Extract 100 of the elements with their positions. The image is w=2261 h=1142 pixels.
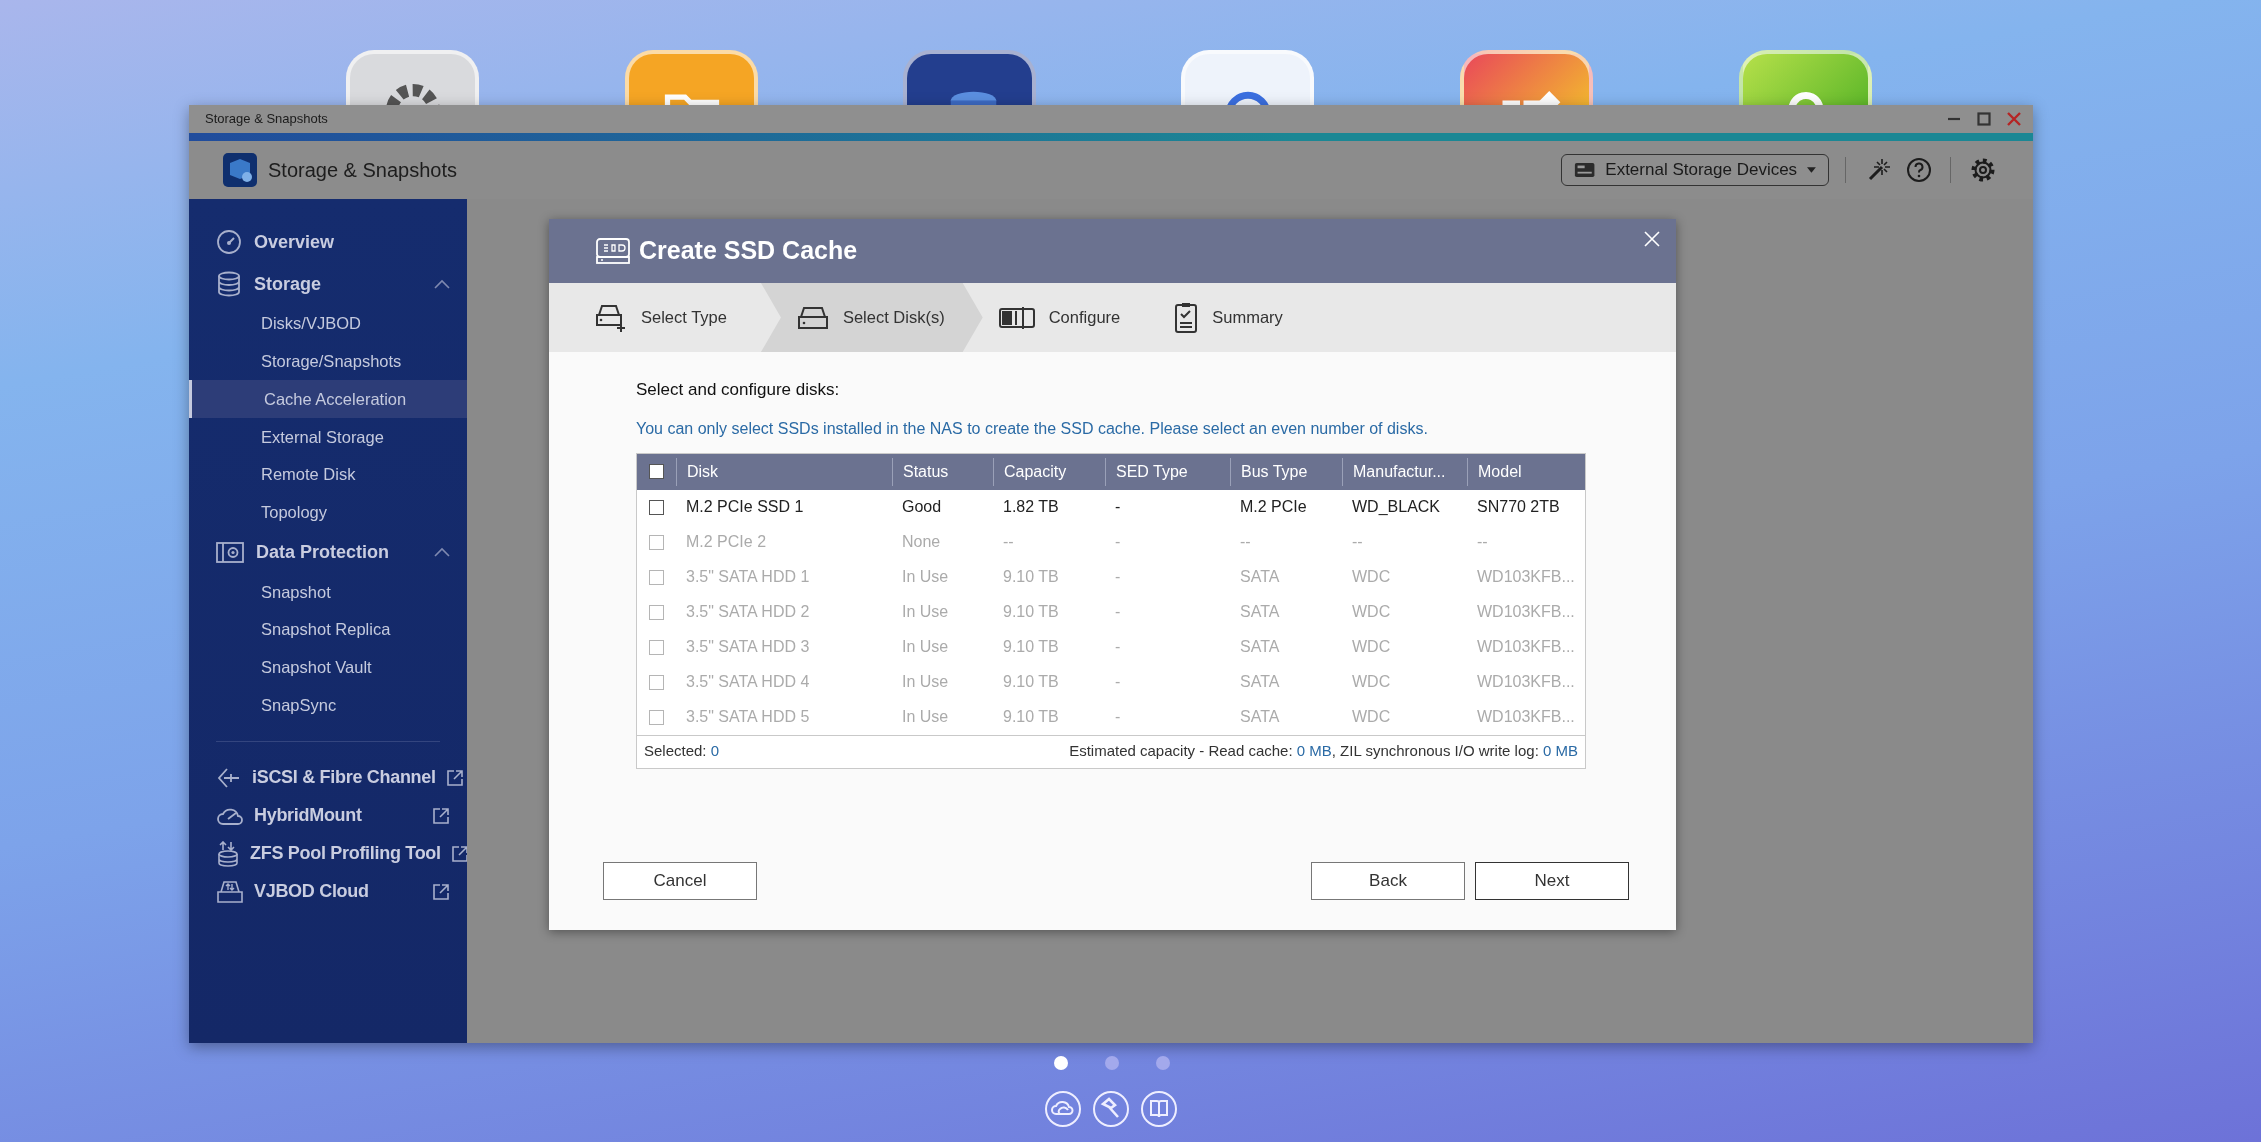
table-cell-text: -	[1114, 497, 1122, 517]
table-cell-text: WDC	[1351, 602, 1392, 622]
sidebar-item[interactable]: Storage	[189, 263, 467, 305]
column-header[interactable]: Capacity	[993, 457, 1105, 486]
table-cell-text: WD103KFB...	[1476, 602, 1576, 622]
column-header[interactable]: Disk	[676, 457, 892, 486]
next-button[interactable]: Next	[1475, 862, 1629, 900]
table-cell-text: In Use	[901, 567, 950, 587]
wizard-step: Configure	[982, 283, 1137, 352]
table-cell-text: 9.10 TB	[1002, 707, 1060, 727]
ssd-card-icon	[998, 305, 1035, 330]
table-cell-text: 3.5" SATA HDD 5	[685, 707, 811, 727]
sidebar-item[interactable]: VJBOD Cloud	[189, 872, 467, 911]
column-header[interactable]: Status	[892, 457, 993, 486]
squares-app-icon[interactable]	[1460, 50, 1593, 105]
settings-icon[interactable]	[1969, 156, 1997, 184]
device-dropdown[interactable]: External Storage Devices	[1561, 154, 1829, 186]
wizard-step: Summary	[1158, 283, 1299, 352]
ssd-icon	[595, 237, 631, 265]
table-cell-text: 9.10 TB	[1002, 637, 1060, 657]
cylinder-app-icon[interactable]	[903, 50, 1036, 105]
sidebar-item[interactable]: Data Protection	[189, 531, 467, 574]
sidebar-subitem[interactable]: External Storage	[189, 418, 467, 456]
table-cell-text: 9.10 TB	[1002, 602, 1060, 622]
table-cell-text: 1.82 TB	[1002, 497, 1060, 517]
column-header[interactable]: Bus Type	[1230, 457, 1342, 486]
close-icon[interactable]	[2007, 112, 2021, 126]
sidebar-subitem[interactable]: Snapshot Vault	[189, 648, 467, 687]
table-cell-text: In Use	[901, 707, 950, 727]
table-cell-text: SATA	[1239, 672, 1281, 692]
table-cell-text: WD103KFB...	[1476, 637, 1576, 657]
caret-icon	[1807, 167, 1816, 173]
sidebar-subitem[interactable]: Remote Disk	[189, 455, 467, 494]
maximize-icon[interactable]	[1977, 112, 1991, 126]
checkbox[interactable]	[649, 499, 664, 515]
checkbox[interactable]	[649, 464, 664, 479]
sidebar-subitem[interactable]: Storage/Snapshots	[189, 342, 467, 381]
disk-stack-icon	[216, 840, 240, 867]
sidebar-item[interactable]: ZFS Pool Profiling Tool	[189, 834, 467, 873]
app-title: Storage & Snapshots	[268, 158, 458, 183]
table-cell-text: WDC	[1351, 567, 1392, 587]
info-text: You can only select SSDs installed in the NAS to create the SSD cache. Please select an even number of disks.	[636, 418, 1429, 439]
sidebar-item[interactable]: HybridMount	[189, 796, 467, 835]
sidebar-item[interactable]: Overview	[189, 221, 467, 263]
sidebar-subitem[interactable]: Cache Acceleration	[189, 380, 467, 419]
chevron-up-icon[interactable]	[434, 547, 450, 558]
chevron-up-icon[interactable]	[434, 279, 450, 289]
curve-app-icon[interactable]	[1739, 50, 1872, 105]
table-cell-text: In Use	[901, 602, 950, 622]
hammer-icon[interactable]	[1092, 1090, 1130, 1128]
sidebar-item[interactable]: iSCSI & Fibre Channel	[189, 758, 467, 797]
window-title: Storage & Snapshots	[205, 110, 329, 129]
table-cell-text: SATA	[1239, 637, 1281, 657]
table-cell-text: In Use	[901, 637, 950, 657]
table-cell-text: -	[1114, 532, 1122, 552]
table-cell-text: --	[1002, 532, 1015, 552]
table-cell-text: -	[1114, 672, 1122, 692]
table-cell-text: 3.5" SATA HDD 2	[685, 602, 811, 622]
gauge-icon	[216, 229, 242, 255]
cloud-icon[interactable]	[1044, 1090, 1082, 1128]
table-cell-text: 3.5" SATA HDD 1	[685, 567, 811, 587]
sidebar-subitem[interactable]: Snapshot Replica	[189, 610, 467, 649]
checklist-icon	[1174, 301, 1199, 334]
estimated-capacity: Estimated capacity - Read cache: 0 MB, ZIL synchronous I/O write log: 0 MB	[1069, 741, 1578, 762]
table-cell-text: Good	[901, 497, 943, 517]
table-cell-text: WDC	[1351, 707, 1392, 727]
app-logo-icon	[223, 153, 257, 187]
table-cell-text: 3.5" SATA HDD 3	[685, 637, 811, 657]
drive-add-icon	[595, 302, 627, 333]
column-header[interactable]: Manufactur...	[1342, 457, 1467, 486]
help-icon[interactable]	[1906, 157, 1932, 183]
table-cell-text: -	[1114, 602, 1122, 622]
book-icon[interactable]	[1140, 1090, 1178, 1128]
external-link-icon	[450, 844, 469, 863]
back-button[interactable]: Back	[1311, 862, 1465, 900]
sidebar-subitem[interactable]: Disks/VJBOD	[189, 305, 467, 343]
sidebar-subitem[interactable]: Snapshot	[189, 573, 467, 611]
table-cell-text: WD103KFB...	[1476, 567, 1576, 587]
sidebar-subitem[interactable]: Topology	[189, 493, 467, 532]
folder-app-icon[interactable]	[625, 50, 758, 105]
database-icon	[216, 271, 242, 297]
column-header[interactable]: SED Type	[1105, 457, 1230, 486]
magic-wand-icon[interactable]	[1866, 157, 1892, 183]
table-cell-text: SATA	[1239, 707, 1281, 727]
table-cell-text: M.2 PCIe	[1239, 497, 1308, 517]
table-cell-text: --	[1476, 532, 1489, 552]
cancel-button[interactable]: Cancel	[603, 862, 757, 900]
table-cell-text: 9.10 TB	[1002, 672, 1060, 692]
cloud-app-icon[interactable]	[1181, 50, 1314, 105]
table-cell-text: SN770 2TB	[1476, 497, 1561, 517]
column-header[interactable]: Model	[1467, 457, 1587, 486]
table-cell-text: -	[1114, 567, 1122, 587]
table-cell-text: 3.5" SATA HDD 4	[685, 672, 811, 692]
table-cell-text: None	[901, 532, 942, 552]
drive-icon	[796, 304, 829, 331]
table-cell-text: In Use	[901, 672, 950, 692]
table-cell-text: WD_BLACK	[1351, 497, 1442, 517]
section-heading: Select and configure disks:	[636, 379, 841, 401]
sidebar-subitem[interactable]: SnapSync	[189, 686, 467, 724]
gear-app-icon[interactable]	[346, 50, 479, 105]
